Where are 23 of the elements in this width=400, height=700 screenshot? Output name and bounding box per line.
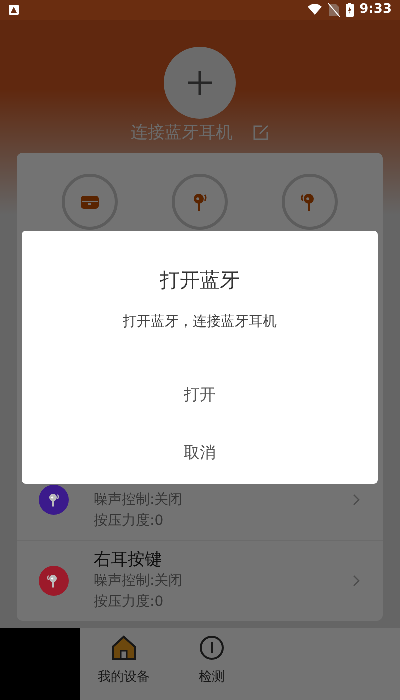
pressure-text: 按压力度:0 — [94, 512, 165, 531]
edit-icon[interactable] — [253, 125, 269, 141]
dialog-button[interactable]: 打开 — [22, 366, 378, 424]
chevron-right-icon — [353, 494, 361, 506]
dialog-title: 打开蓝牙 — [160, 267, 240, 293]
update-icon — [198, 634, 226, 662]
noise-control-text: 噪声控制:关闭 — [94, 572, 184, 591]
app-notification-icon — [8, 4, 20, 16]
wifi-icon — [308, 4, 322, 16]
chevron-right-icon — [353, 575, 361, 587]
device-name: 连接蓝牙耳机 — [131, 123, 233, 143]
no-sim-icon — [328, 3, 340, 17]
noise-control-text: 噪声控制:关闭 — [94, 491, 184, 510]
dialog-message: 打开蓝牙，连接蓝牙耳机 — [123, 313, 277, 332]
home-icon — [110, 634, 138, 662]
pressure-text: 按压力度:0 — [94, 593, 165, 612]
nav-tab[interactable]: 我的设备 — [80, 628, 168, 700]
plus-icon — [187, 70, 213, 96]
battery-icon — [346, 3, 354, 17]
nav-tab[interactable]: 检测 — [168, 628, 256, 700]
key-setting-row[interactable]: 右耳按键 噪声控制:关闭 按压力度:0 — [17, 540, 383, 621]
status-time: 9:33 — [360, 1, 392, 20]
key-title: 右耳按键 — [94, 549, 163, 571]
